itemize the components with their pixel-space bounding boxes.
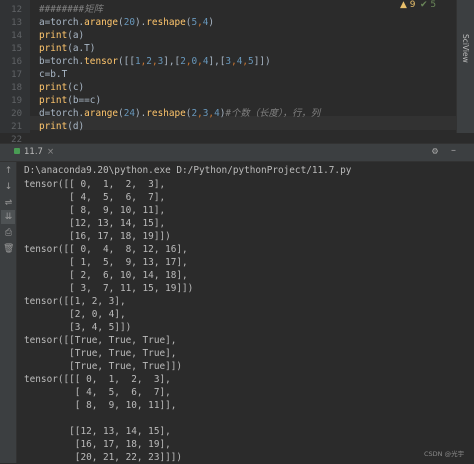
code-token: c=b.T (39, 69, 68, 80)
code-token: ). (134, 17, 147, 28)
code-line[interactable]: a=torch.arange(20).reshape(5,4) (39, 16, 214, 30)
code-token: ). (134, 108, 147, 119)
code-token: print (39, 43, 68, 54)
code-line[interactable]: c=b.T (39, 68, 67, 82)
code-token: b=torch. (39, 56, 85, 67)
run-tab-label: 11.7 (24, 147, 43, 157)
warning-count-badge[interactable]: ▲ 9 (400, 0, 416, 10)
run-tool-window: 11.7 × ⚙ – ↑ ↓ ⇌ ⇊ ⎙ 🗑 D:\anaconda9.20\py… (0, 143, 474, 463)
console-line: [2, 0, 4], (24, 309, 126, 320)
line-number: 21 (11, 122, 22, 132)
code-token: arange (84, 108, 119, 119)
code-token: (d) (67, 121, 85, 132)
close-tab-icon[interactable]: × (47, 147, 54, 157)
code-token: 24 (123, 108, 135, 119)
console-line: [ 4, 5, 6, 7], (24, 192, 166, 203)
print-icon[interactable]: ⎙ (3, 228, 14, 238)
console-line: [12, 13, 14, 15], (24, 218, 166, 229)
console-line: tensor([[ 0, 4, 8, 12, 16], (24, 244, 188, 255)
console-line: [3, 4, 5]]) (24, 322, 132, 333)
line-number-gutter: 12 13 14 15 16 17 18 19 20 21 22 (0, 0, 30, 145)
sciview-tab[interactable]: SciView (461, 34, 470, 63)
line-number: 19 (11, 96, 22, 106)
console-line: [ 8, 9, 10, 11]], (24, 400, 177, 411)
code-line[interactable]: print(d) (39, 120, 84, 134)
console-line: [ 3, 7, 11, 15, 19]]) (24, 283, 194, 294)
console-line: [ 4, 5, 6, 7], (24, 387, 171, 398)
console-line: tensor([[1, 2, 3], (24, 296, 126, 307)
code-token: 20 (123, 17, 135, 28)
python-run-icon (14, 148, 20, 154)
console-line: tensor([[True, True, True], (24, 335, 177, 346)
code-token: (a) (67, 30, 85, 41)
code-token: reshape (146, 17, 186, 28)
code-token: (a.T) (67, 43, 96, 54)
minimize-icon[interactable]: – (451, 145, 456, 156)
console-line: [16, 17, 18, 19]]) (24, 231, 171, 242)
code-token: ) (208, 17, 215, 28)
code-editor[interactable]: 12 13 14 15 16 17 18 19 20 21 22 ########矩阵 a=torch… (0, 0, 474, 145)
watermark: CSDN @光宇 (424, 450, 465, 458)
line-number: 13 (11, 18, 22, 28)
code-token: reshape (146, 108, 186, 119)
ok-count-badge[interactable]: ✔ 5 (420, 0, 436, 10)
code-token: print (39, 82, 68, 93)
line-number: 17 (11, 70, 22, 80)
code-token: (b==c) (67, 95, 102, 106)
code-token: print (39, 121, 68, 132)
code-token: ],[ (163, 56, 181, 67)
run-toolbar: ↑ ↓ ⇌ ⇊ ⎙ 🗑 (0, 162, 17, 463)
code-line[interactable]: print(c) (39, 81, 84, 95)
code-token: print (39, 30, 68, 41)
down-arrow-icon[interactable]: ↓ (3, 182, 14, 192)
code-line[interactable]: print(a.T) (39, 42, 95, 56)
code-line[interactable]: b=torch.tensor([[1,2,3],[2,0,4],[3,4,5]]… (39, 55, 271, 69)
code-token: ########矩阵 (39, 4, 103, 15)
console-line: [True, True, True]]) (24, 361, 183, 372)
console-line: [ 2, 6, 10, 14, 18], (24, 270, 188, 281)
console-line: [20, 21, 22, 23]]]) (24, 452, 183, 463)
wrap-icon[interactable]: ⇌ (3, 198, 14, 208)
code-token: print (39, 95, 68, 106)
line-number: 16 (11, 57, 22, 67)
code-token: a=torch. (39, 17, 85, 28)
line-number: 18 (11, 83, 22, 93)
code-line[interactable]: print(a) (39, 29, 84, 43)
line-number: 12 (11, 5, 22, 15)
up-arrow-icon[interactable]: ↑ (3, 166, 14, 176)
console-line: [True, True, True], (24, 348, 177, 359)
line-number: 14 (11, 31, 22, 41)
console-line: [ 8, 9, 10, 11], (24, 205, 166, 216)
code-token: tensor (84, 56, 119, 67)
console-line: [[12, 13, 14, 15], (24, 426, 171, 437)
code-line[interactable]: ########矩阵 (39, 3, 103, 17)
line-number: 15 (11, 44, 22, 54)
code-token: d=torch. (39, 108, 85, 119)
code-token: #个数（长度），行，列 (225, 108, 321, 119)
code-token: arange (84, 17, 119, 28)
line-number: 20 (11, 109, 22, 119)
run-header: 11.7 × ⚙ – (0, 144, 474, 162)
code-token: ]]) (253, 56, 271, 67)
run-tab[interactable]: 11.7 × (14, 147, 54, 157)
code-token: (c) (67, 82, 85, 93)
scroll-end-icon[interactable]: ⇊ (3, 212, 14, 222)
console-line: tensor([[ 0, 1, 2, 3], (24, 179, 166, 190)
gear-icon[interactable]: ⚙ (432, 146, 438, 157)
console-line: tensor([[[ 0, 1, 2, 3], (24, 374, 171, 385)
code-line[interactable]: print(b==c) (39, 94, 101, 108)
trash-icon[interactable]: 🗑 (3, 244, 14, 254)
code-line[interactable]: d=torch.arange(24).reshape(2,3,4)#个数（长度）… (39, 107, 320, 121)
console-line: [16, 17, 18, 19], (24, 439, 171, 450)
console-command: D:\anaconda9.20\python.exe D:/Python/pyt… (24, 165, 352, 176)
code-token: ([[ (118, 56, 135, 67)
code-token: ],[ (208, 56, 226, 67)
console-line: [ 1, 5, 9, 13, 17], (24, 257, 188, 268)
right-tool-strip (456, 0, 474, 133)
